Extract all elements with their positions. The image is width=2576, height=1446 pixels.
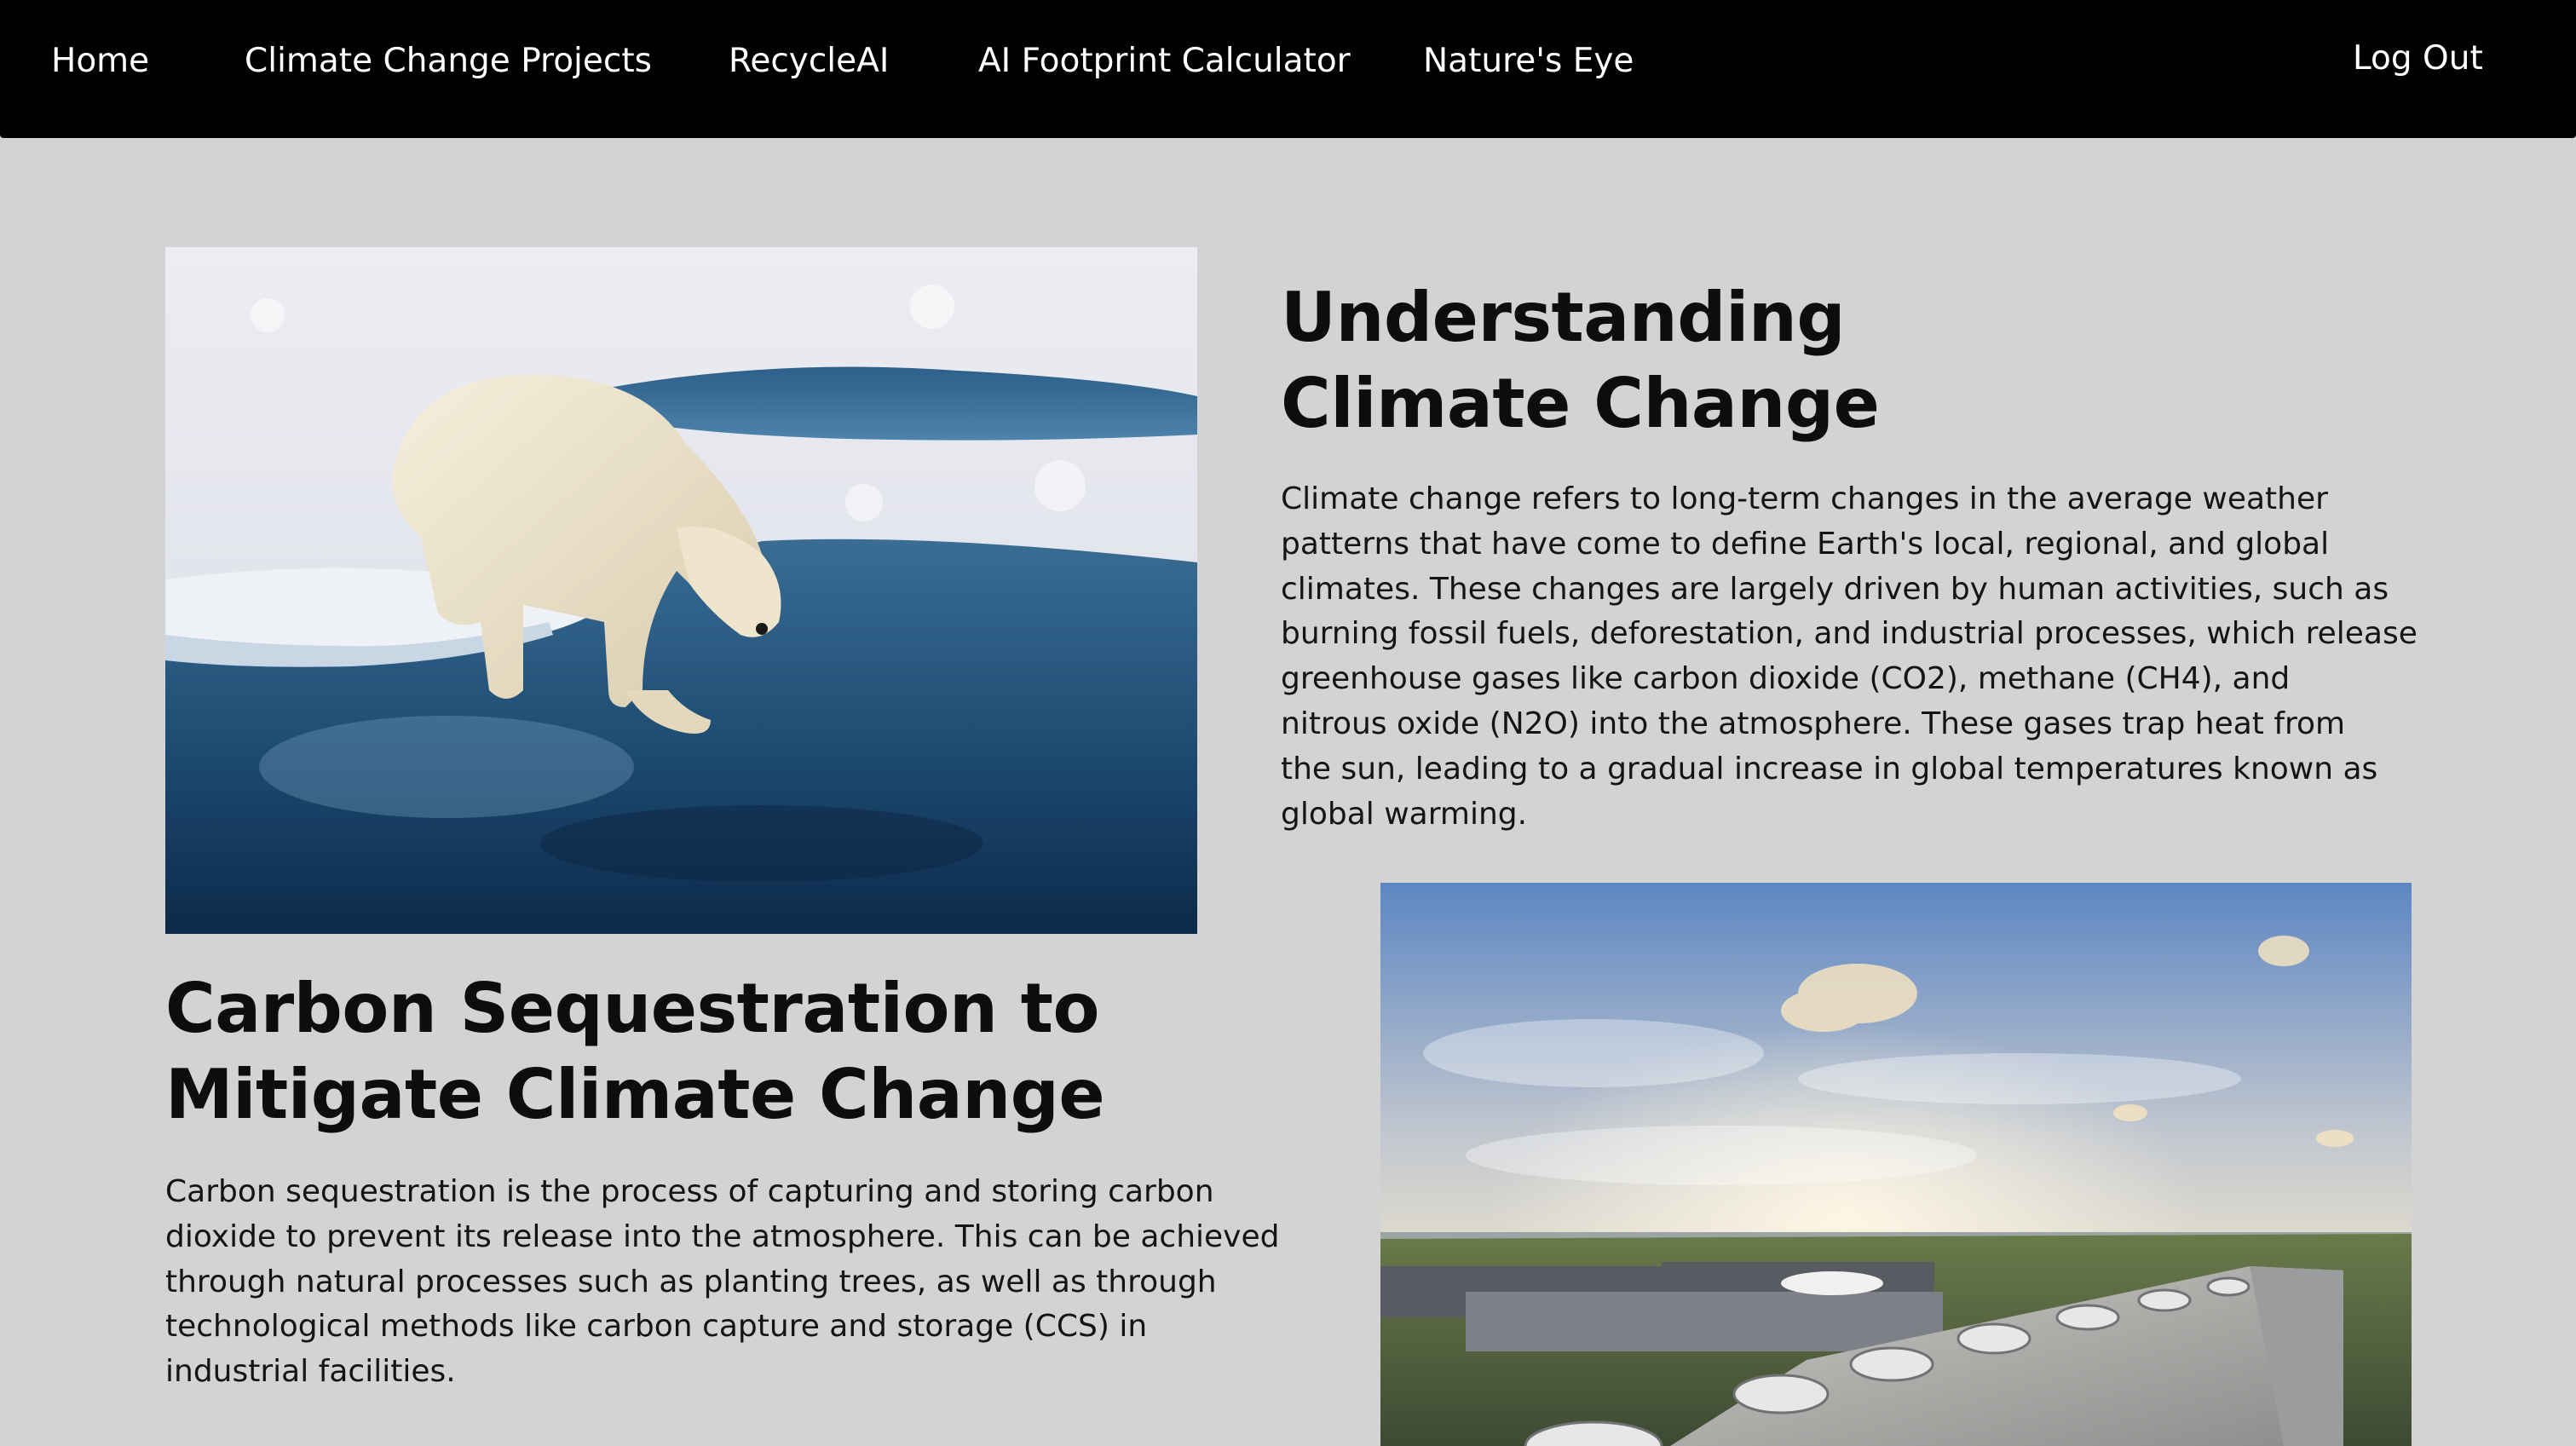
paragraph-line: global warming. <box>1281 796 1528 832</box>
paragraph-line: greenhouse gases like carbon dioxide (CO… <box>1281 661 2291 697</box>
paragraph-line: climates. These changes are largely driv… <box>1281 571 2389 607</box>
paragraph-line: the sun, leading to a gradual increase i… <box>1281 751 2378 786</box>
carbon-sequestration-heading: Carbon Sequestration to Mitigate Climate… <box>165 965 1105 1138</box>
carbon-sequestration-paragraph: Carbon sequestration is the process of c… <box>165 1170 1279 1395</box>
paragraph-line: technological methods like carbon captur… <box>165 1309 1148 1345</box>
polar-bear-image <box>165 247 1197 934</box>
carbon-capture-facility-image <box>1380 883 2412 1446</box>
heading-line: Understanding <box>1281 278 1846 357</box>
heading-line: Climate Change <box>1281 364 1880 443</box>
paragraph-line: burning fossil fuels, deforestation, and… <box>1281 616 2418 652</box>
heading-line: Mitigate Climate Change <box>165 1055 1105 1134</box>
top-navigation-bar: Home Climate Change Projects RecycleAI A… <box>0 0 2576 138</box>
paragraph-line: industrial facilities. <box>165 1354 456 1390</box>
paragraph-line: through natural processes such as planti… <box>165 1264 1217 1299</box>
nav-natures-eye-link[interactable]: Nature's Eye <box>1423 41 1634 82</box>
paragraph-line: Climate change refers to long-term chang… <box>1281 481 2328 516</box>
climate-change-heading: Understanding Climate Change <box>1281 274 1880 446</box>
paragraph-line: patterns that have come to define Earth'… <box>1281 526 2330 562</box>
paragraph-line: nitrous oxide (N2O) into the atmosphere.… <box>1281 706 2346 741</box>
heading-line: Carbon Sequestration to <box>165 969 1099 1048</box>
logout-button[interactable]: Log Out <box>2353 38 2483 79</box>
paragraph-line: dioxide to prevent its release into the … <box>165 1218 1280 1254</box>
nav-recycleai-link[interactable]: RecycleAI <box>729 41 889 82</box>
nav-climate-change-projects-link[interactable]: Climate Change Projects <box>245 41 652 82</box>
nav-ai-footprint-calculator-link[interactable]: AI Footprint Calculator <box>978 41 1351 82</box>
climate-change-paragraph: Climate change refers to long-term chang… <box>1281 477 2418 837</box>
paragraph-line: Carbon sequestration is the process of c… <box>165 1174 1214 1209</box>
nav-home-link[interactable]: Home <box>51 41 149 82</box>
